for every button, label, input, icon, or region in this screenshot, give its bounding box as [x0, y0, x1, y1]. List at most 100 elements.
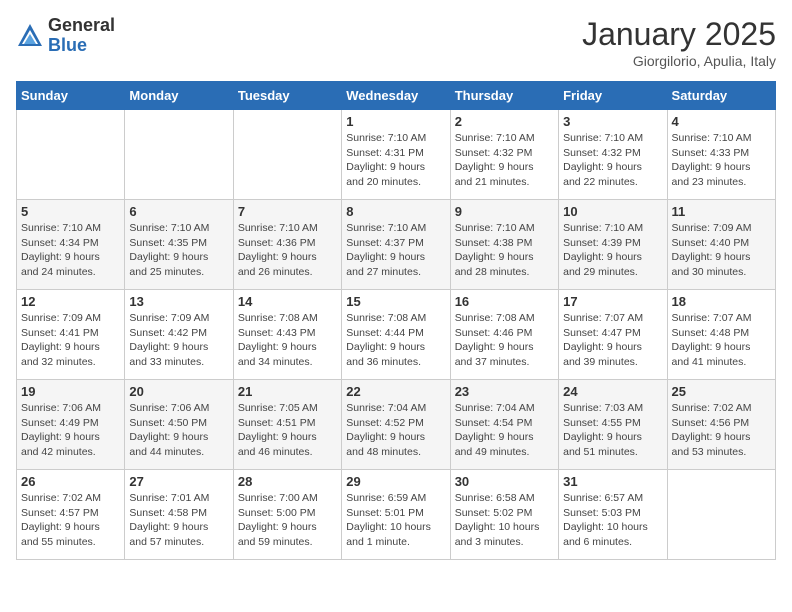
page-header: General Blue January 2025 Giorgilorio, A… [16, 16, 776, 69]
calendar-cell: 20 Sunrise: 7:06 AM Sunset: 4:50 PM Dayli… [125, 380, 233, 470]
week-row-3: 19Sunrise: 7:06 AM Sunset: 4:49 PM Dayli… [17, 380, 776, 470]
calendar-cell: 18 Sunrise: 7:07 AM Sunset: 4:48 PM Dayli… [667, 290, 775, 380]
day-info: Sunrise: 7:10 AM Sunset: 4:36 PM Dayligh… [238, 221, 337, 280]
calendar-cell: 5 Sunrise: 7:10 AM Sunset: 4:34 PM Daylig… [17, 200, 125, 290]
day-info: Sunrise: 7:06 AM Sunset: 4:49 PM Dayligh… [21, 401, 120, 460]
day-info: Sunrise: 7:10 AM Sunset: 4:35 PM Dayligh… [129, 221, 228, 280]
calendar-cell: 25 Sunrise: 7:02 AM Sunset: 4:56 PM Dayli… [667, 380, 775, 470]
calendar-cell: 23 Sunrise: 7:04 AM Sunset: 4:54 PM Dayli… [450, 380, 558, 470]
day-info: Sunrise: 7:10 AM Sunset: 4:33 PM Dayligh… [672, 131, 771, 190]
calendar-cell: 6Sunrise: 7:10 AM Sunset: 4:35 PM Daylig… [125, 200, 233, 290]
day-number: 28 [238, 474, 337, 489]
weekday-header-monday: Monday [125, 82, 233, 110]
logo-general: General [48, 16, 115, 36]
day-info: Sunrise: 7:08 AM Sunset: 4:43 PM Dayligh… [238, 311, 337, 370]
day-info: Sunrise: 7:10 AM Sunset: 4:39 PM Dayligh… [563, 221, 662, 280]
day-info: Sunrise: 6:58 AM Sunset: 5:02 PM Dayligh… [455, 491, 554, 550]
calendar-cell: 31Sunrise: 6:57 AM Sunset: 5:03 PM Dayli… [559, 470, 667, 560]
calendar-cell: 12Sunrise: 7:09 AM Sunset: 4:41 PM Dayli… [17, 290, 125, 380]
calendar-cell: 21Sunrise: 7:05 AM Sunset: 4:51 PM Dayli… [233, 380, 341, 470]
calendar-cell [233, 110, 341, 200]
day-number: 9 [455, 204, 554, 219]
week-row-2: 12Sunrise: 7:09 AM Sunset: 4:41 PM Dayli… [17, 290, 776, 380]
day-info: Sunrise: 7:06 AM Sunset: 4:50 PM Dayligh… [129, 401, 228, 460]
calendar-cell: 8Sunrise: 7:10 AM Sunset: 4:37 PM Daylig… [342, 200, 450, 290]
day-info: Sunrise: 7:10 AM Sunset: 4:37 PM Dayligh… [346, 221, 445, 280]
day-info: Sunrise: 7:08 AM Sunset: 4:46 PM Dayligh… [455, 311, 554, 370]
day-number: 1 [346, 114, 445, 129]
day-info: Sunrise: 7:05 AM Sunset: 4:51 PM Dayligh… [238, 401, 337, 460]
day-info: Sunrise: 7:07 AM Sunset: 4:48 PM Dayligh… [672, 311, 771, 370]
day-number: 18 [672, 294, 771, 309]
weekday-header-wednesday: Wednesday [342, 82, 450, 110]
calendar-cell: 11Sunrise: 7:09 AM Sunset: 4:40 PM Dayli… [667, 200, 775, 290]
month-title: January 2025 [582, 16, 776, 53]
title-block: January 2025 Giorgilorio, Apulia, Italy [582, 16, 776, 69]
day-number: 3 [563, 114, 662, 129]
weekday-header-thursday: Thursday [450, 82, 558, 110]
day-info: Sunrise: 7:04 AM Sunset: 4:54 PM Dayligh… [455, 401, 554, 460]
day-info: Sunrise: 6:57 AM Sunset: 5:03 PM Dayligh… [563, 491, 662, 550]
calendar-cell: 30 Sunrise: 6:58 AM Sunset: 5:02 PM Dayli… [450, 470, 558, 560]
day-info: Sunrise: 7:10 AM Sunset: 4:31 PM Dayligh… [346, 131, 445, 190]
day-number: 23 [455, 384, 554, 399]
day-number: 14 [238, 294, 337, 309]
day-info: Sunrise: 7:10 AM Sunset: 4:32 PM Dayligh… [563, 131, 662, 190]
day-number: 5 [21, 204, 120, 219]
day-number: 30 [455, 474, 554, 489]
calendar-cell: 16 Sunrise: 7:08 AM Sunset: 4:46 PM Dayli… [450, 290, 558, 380]
day-number: 20 [129, 384, 228, 399]
day-number: 22 [346, 384, 445, 399]
day-number: 11 [672, 204, 771, 219]
day-number: 17 [563, 294, 662, 309]
week-row-0: 1 Sunrise: 7:10 AM Sunset: 4:31 PM Daylig… [17, 110, 776, 200]
day-info: Sunrise: 7:04 AM Sunset: 4:52 PM Dayligh… [346, 401, 445, 460]
calendar-cell: 26 Sunrise: 7:02 AM Sunset: 4:57 PM Dayli… [17, 470, 125, 560]
day-number: 13 [129, 294, 228, 309]
day-number: 10 [563, 204, 662, 219]
calendar-cell: 7 Sunrise: 7:10 AM Sunset: 4:36 PM Daylig… [233, 200, 341, 290]
calendar-cell: 17Sunrise: 7:07 AM Sunset: 4:47 PM Dayli… [559, 290, 667, 380]
calendar-cell [667, 470, 775, 560]
calendar-header: SundayMondayTuesdayWednesdayThursdayFrid… [17, 82, 776, 110]
logo-blue: Blue [48, 36, 115, 56]
calendar-cell [125, 110, 233, 200]
day-info: Sunrise: 7:10 AM Sunset: 4:34 PM Dayligh… [21, 221, 120, 280]
week-row-4: 26 Sunrise: 7:02 AM Sunset: 4:57 PM Dayli… [17, 470, 776, 560]
day-number: 16 [455, 294, 554, 309]
day-number: 25 [672, 384, 771, 399]
calendar-cell: 22 Sunrise: 7:04 AM Sunset: 4:52 PM Dayli… [342, 380, 450, 470]
location-subtitle: Giorgilorio, Apulia, Italy [582, 53, 776, 69]
day-info: Sunrise: 7:02 AM Sunset: 4:56 PM Dayligh… [672, 401, 771, 460]
weekday-header-friday: Friday [559, 82, 667, 110]
calendar-cell: 13 Sunrise: 7:09 AM Sunset: 4:42 PM Dayli… [125, 290, 233, 380]
day-info: Sunrise: 7:10 AM Sunset: 4:38 PM Dayligh… [455, 221, 554, 280]
day-number: 26 [21, 474, 120, 489]
calendar-cell: 2Sunrise: 7:10 AM Sunset: 4:32 PM Daylig… [450, 110, 558, 200]
day-info: Sunrise: 7:00 AM Sunset: 5:00 PM Dayligh… [238, 491, 337, 550]
day-info: Sunrise: 7:09 AM Sunset: 4:42 PM Dayligh… [129, 311, 228, 370]
day-number: 7 [238, 204, 337, 219]
week-row-1: 5 Sunrise: 7:10 AM Sunset: 4:34 PM Daylig… [17, 200, 776, 290]
day-info: Sunrise: 7:02 AM Sunset: 4:57 PM Dayligh… [21, 491, 120, 550]
calendar-cell: 4 Sunrise: 7:10 AM Sunset: 4:33 PM Daylig… [667, 110, 775, 200]
day-number: 27 [129, 474, 228, 489]
calendar-table: SundayMondayTuesdayWednesdayThursdayFrid… [16, 81, 776, 560]
day-number: 29 [346, 474, 445, 489]
calendar-body: 1 Sunrise: 7:10 AM Sunset: 4:31 PM Daylig… [17, 110, 776, 560]
day-info: Sunrise: 6:59 AM Sunset: 5:01 PM Dayligh… [346, 491, 445, 550]
logo-icon [16, 22, 44, 50]
logo: General Blue [16, 16, 115, 56]
day-info: Sunrise: 7:10 AM Sunset: 4:32 PM Dayligh… [455, 131, 554, 190]
weekday-header-tuesday: Tuesday [233, 82, 341, 110]
day-number: 12 [21, 294, 120, 309]
calendar-cell: 29 Sunrise: 6:59 AM Sunset: 5:01 PM Dayli… [342, 470, 450, 560]
calendar-cell: 19Sunrise: 7:06 AM Sunset: 4:49 PM Dayli… [17, 380, 125, 470]
calendar-cell: 24Sunrise: 7:03 AM Sunset: 4:55 PM Dayli… [559, 380, 667, 470]
logo-text: General Blue [48, 16, 115, 56]
calendar-cell [17, 110, 125, 200]
calendar-cell: 15 Sunrise: 7:08 AM Sunset: 4:44 PM Dayli… [342, 290, 450, 380]
day-number: 4 [672, 114, 771, 129]
day-number: 15 [346, 294, 445, 309]
day-info: Sunrise: 7:08 AM Sunset: 4:44 PM Dayligh… [346, 311, 445, 370]
